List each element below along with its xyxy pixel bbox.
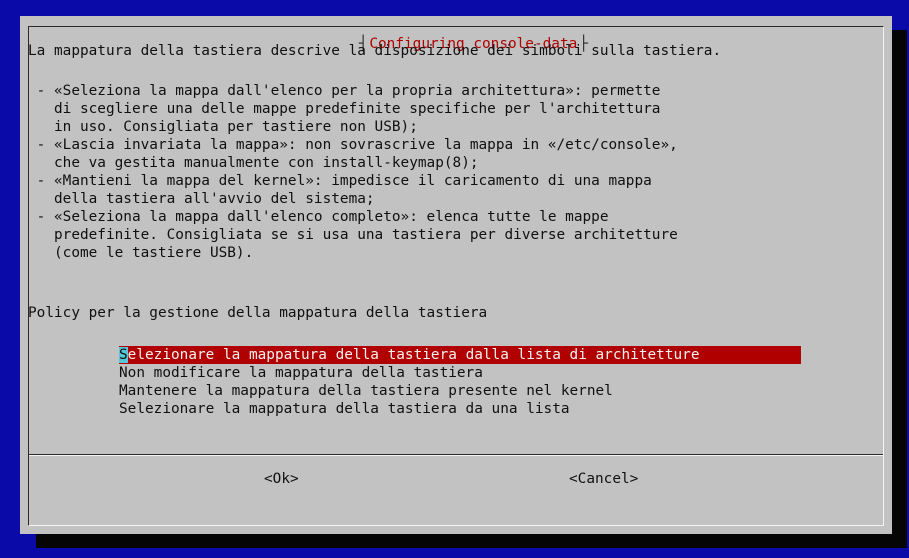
config-dialog: ┤ Configuring console-data ├ La mappatura …: [20, 16, 892, 534]
description-line: di scegliere una delle mappe predefinite…: [28, 101, 661, 117]
menu-item-label: elezionare la mappatura della tastiera d…: [127, 347, 700, 363]
cancel-button[interactable]: <Cancel>: [569, 470, 638, 488]
ok-button[interactable]: <Ok>: [264, 470, 299, 488]
menu-item-full-list[interactable]: Selezionare la mappatura della tastiera …: [119, 400, 570, 418]
description-line: (come le tastiere USB).: [28, 245, 254, 261]
button-separator: [29, 454, 883, 456]
description-line: predefinite. Consigliata se si usa una t…: [28, 227, 678, 243]
menu-item-keep-mapping[interactable]: Non modificare la mappatura della tastie…: [119, 364, 483, 382]
description-line: - «Mantieni la mappa del kernel»: impedi…: [28, 173, 652, 189]
policy-question: Policy per la gestione della mappatura d…: [28, 305, 488, 321]
description-line: - «Lascia invariata la mappa»: non sovra…: [28, 137, 678, 153]
description-line: - «Seleziona la mappa dall'elenco comple…: [28, 209, 609, 225]
menu-item-kernel-mapping[interactable]: Mantenere la mappatura della tastiera pr…: [119, 382, 613, 400]
text-cursor: S: [119, 347, 128, 363]
description-line: La mappatura della tastiera descrive la …: [28, 43, 722, 59]
menu-item-architecture-list[interactable]: Selezionare la mappatura della tastiera …: [119, 346, 801, 364]
description-line: - «Seleziona la mappa dall'elenco per la…: [28, 83, 661, 99]
description-line: in uso. Consigliata per tastiere non USB…: [28, 119, 418, 135]
description-line: che va gestita manualmente con install-k…: [28, 155, 479, 171]
description-line: della tastiera all'avvio del sistema;: [28, 191, 375, 207]
